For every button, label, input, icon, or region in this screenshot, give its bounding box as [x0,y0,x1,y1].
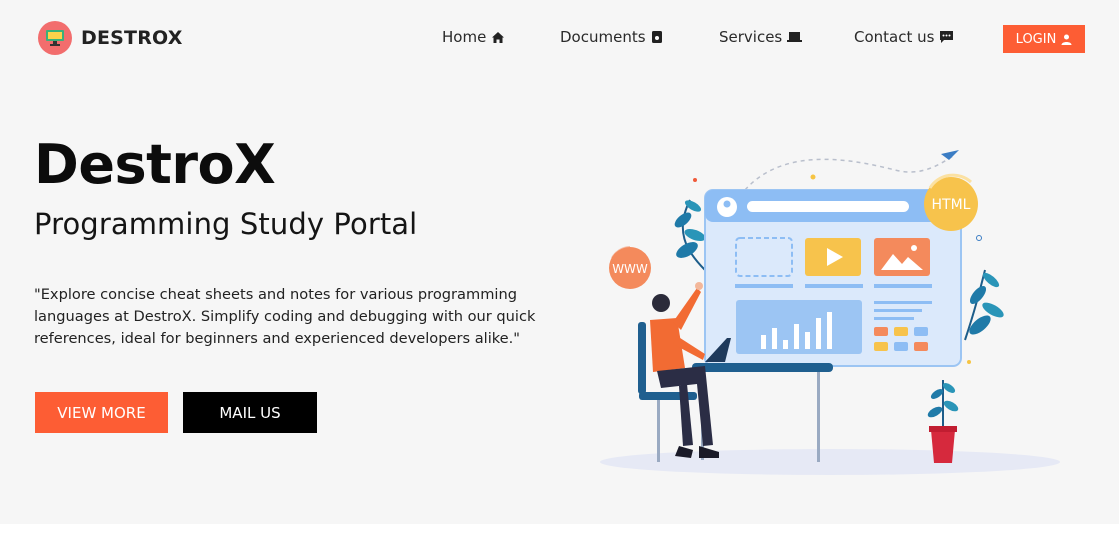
login-button[interactable]: LOGIN [1003,25,1085,53]
nav-home[interactable]: Home [442,28,505,46]
page-background: DESTROX Home Documents Services Contact … [0,0,1119,524]
paper-plane-icon [941,150,959,160]
document-icon [651,30,663,44]
hero-subtitle: Programming Study Portal [34,207,418,241]
mail-us-button[interactable]: MAIL US [183,392,317,433]
login-label: LOGIN [1015,31,1057,47]
www-badge: WWW [609,246,651,289]
right-plant-leaves [964,269,1004,364]
nav-contact[interactable]: Contact us [854,28,954,46]
home-icon [491,31,505,44]
nav-services-label: Services [719,28,783,46]
hero-title: DestroX [34,133,276,196]
user-icon [1061,34,1072,45]
chat-icon [939,30,954,44]
desk [692,363,833,462]
www-badge-label: WWW [612,262,648,276]
nav-home-label: Home [442,28,487,46]
hero-illustration: HTML WWW [600,150,1060,475]
nav-services[interactable]: Services [719,28,803,46]
brand-logo[interactable]: DESTROX [38,21,183,55]
left-plant-leaves [674,178,706,271]
dashed-path [744,154,956,191]
brand-name: DESTROX [81,27,183,49]
nav-contact-label: Contact us [854,28,935,46]
view-more-button[interactable]: VIEW MORE [35,392,168,433]
html-badge: HTML [924,173,978,231]
html-badge-label: HTML [932,197,971,213]
browser-window [704,189,962,367]
nav-documents-label: Documents [560,28,646,46]
hero-description: "Explore concise cheat sheets and notes … [34,286,536,347]
monitor-logo-icon [38,21,72,55]
nav-documents[interactable]: Documents [560,28,663,46]
ground-shadow [600,449,1060,475]
laptop-icon [787,31,803,43]
